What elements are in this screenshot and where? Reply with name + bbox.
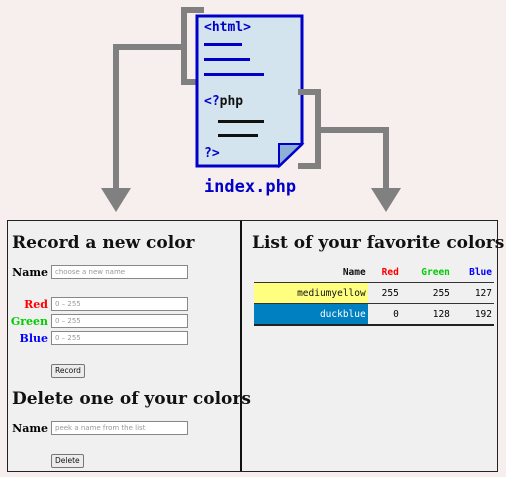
red-input[interactable]: 0 – 255 — [51, 297, 188, 311]
colors-table: Name Red Green Blue mediumyellow 255 255… — [254, 263, 494, 326]
delete-button[interactable]: Delete — [51, 454, 84, 468]
color-name-cell: mediumyellow — [254, 282, 368, 304]
html-line-2 — [204, 58, 250, 61]
arrow-head-right — [371, 188, 401, 212]
list-column: List of your favorite colors Name Red Gr… — [244, 221, 504, 471]
table-header-row: Name Red Green Blue — [254, 263, 494, 283]
arrow-to-html-form — [113, 44, 184, 190]
green-value-cell: 128 — [400, 303, 452, 326]
php-open-text: <?php — [204, 94, 243, 109]
blue-label: Blue — [19, 332, 48, 345]
document-fold — [278, 143, 305, 169]
delete-name-input[interactable]: peek a name from the list — [51, 421, 188, 435]
col-green: Green — [400, 263, 452, 283]
html-tag-text: <html> — [204, 20, 251, 35]
column-divider — [240, 221, 242, 471]
col-blue: Blue — [451, 263, 494, 283]
green-value-cell: 255 — [400, 282, 452, 304]
delete-name-label: Name — [12, 422, 48, 435]
arrow-to-color-list — [318, 127, 389, 190]
php-file-diagram: <html> <?php ?> index.php — [101, 7, 401, 212]
green-input[interactable]: 0 – 255 — [51, 314, 188, 328]
red-value-cell: 255 — [367, 282, 401, 304]
blue-value-cell: 192 — [451, 303, 494, 326]
record-button[interactable]: Record — [51, 364, 85, 378]
record-name-label: Name — [12, 266, 48, 279]
table-row[interactable]: duckblue 0 128 192 — [254, 303, 494, 326]
color-app-panel: Record a new color Name choose a new nam… — [7, 220, 504, 472]
blue-value-cell: 127 — [451, 282, 494, 304]
red-label: Red — [24, 298, 48, 311]
color-name-cell: duckblue — [254, 303, 368, 326]
php-close-text: ?> — [204, 146, 220, 161]
table-row[interactable]: mediumyellow 255 255 127 — [254, 282, 494, 304]
delete-heading: Delete one of your colors — [12, 389, 251, 409]
record-name-input[interactable]: choose a new name — [51, 265, 188, 279]
red-value-cell: 0 — [367, 303, 401, 326]
record-heading: Record a new color — [12, 233, 195, 253]
green-label: Green — [10, 315, 48, 328]
forms-column: Record a new color Name choose a new nam… — [8, 221, 251, 471]
filename-label: index.php — [204, 177, 296, 197]
php-line-1 — [218, 120, 264, 123]
php-line-2 — [218, 134, 258, 137]
html-line-3 — [204, 73, 264, 76]
blue-input[interactable]: 0 – 255 — [51, 331, 188, 345]
col-red: Red — [367, 263, 401, 283]
list-heading: List of your favorite colors — [252, 233, 505, 253]
html-line-1 — [204, 43, 242, 46]
col-name: Name — [254, 263, 368, 283]
arrow-head-left — [101, 188, 131, 212]
